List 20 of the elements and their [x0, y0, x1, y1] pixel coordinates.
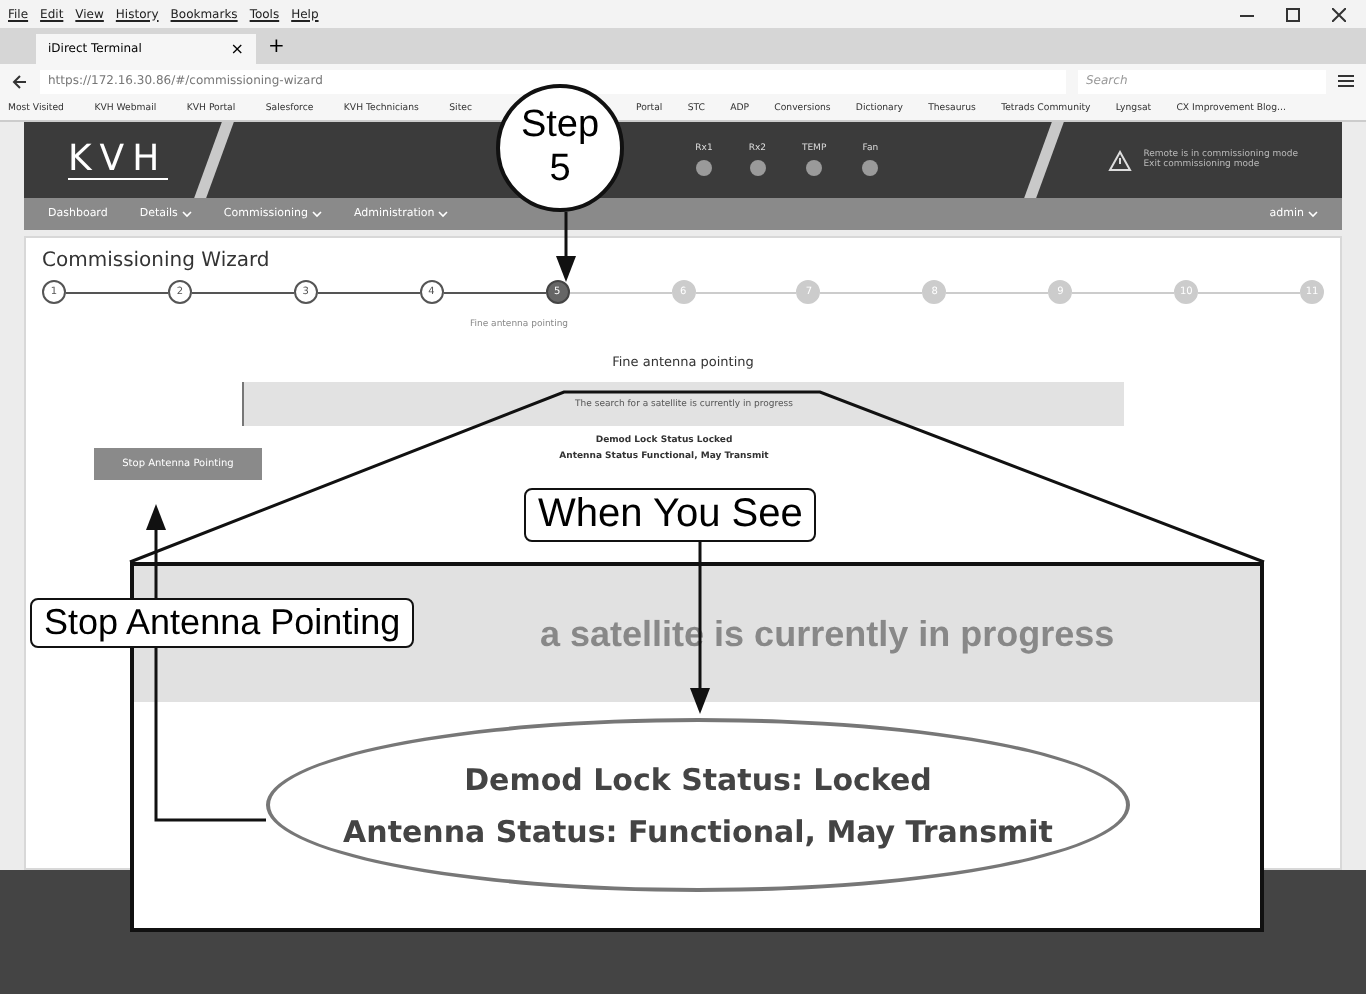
inset-status-text: Antenna Status: Functional, May Transmit — [343, 813, 1053, 849]
indicator-dot — [806, 160, 823, 176]
menu-icon[interactable] — [1338, 74, 1354, 88]
callout-label: Stop Antenna Pointing — [30, 598, 415, 648]
chevron-icon — [1308, 210, 1318, 218]
callout-label: When You See — [524, 488, 817, 542]
back-icon[interactable] — [12, 73, 28, 89]
inset-status-text: Demod Lock Status: Locked — [464, 761, 932, 797]
indicator-dot — [695, 160, 712, 176]
indicator-dot — [862, 160, 879, 176]
indicator-dot — [749, 160, 766, 176]
tab-close[interactable]: × — [230, 40, 244, 58]
wizard-title: Commissioning Wizard — [42, 250, 272, 272]
callout-text: 5 — [549, 148, 571, 192]
logo: KVH — [68, 141, 168, 179]
callout-text: Step — [520, 104, 600, 148]
warning-icon — [1107, 149, 1132, 171]
new-tab-button[interactable]: + — [268, 35, 285, 57]
maximize-icon[interactable] — [1286, 7, 1300, 21]
close-icon[interactable] — [1332, 7, 1346, 21]
